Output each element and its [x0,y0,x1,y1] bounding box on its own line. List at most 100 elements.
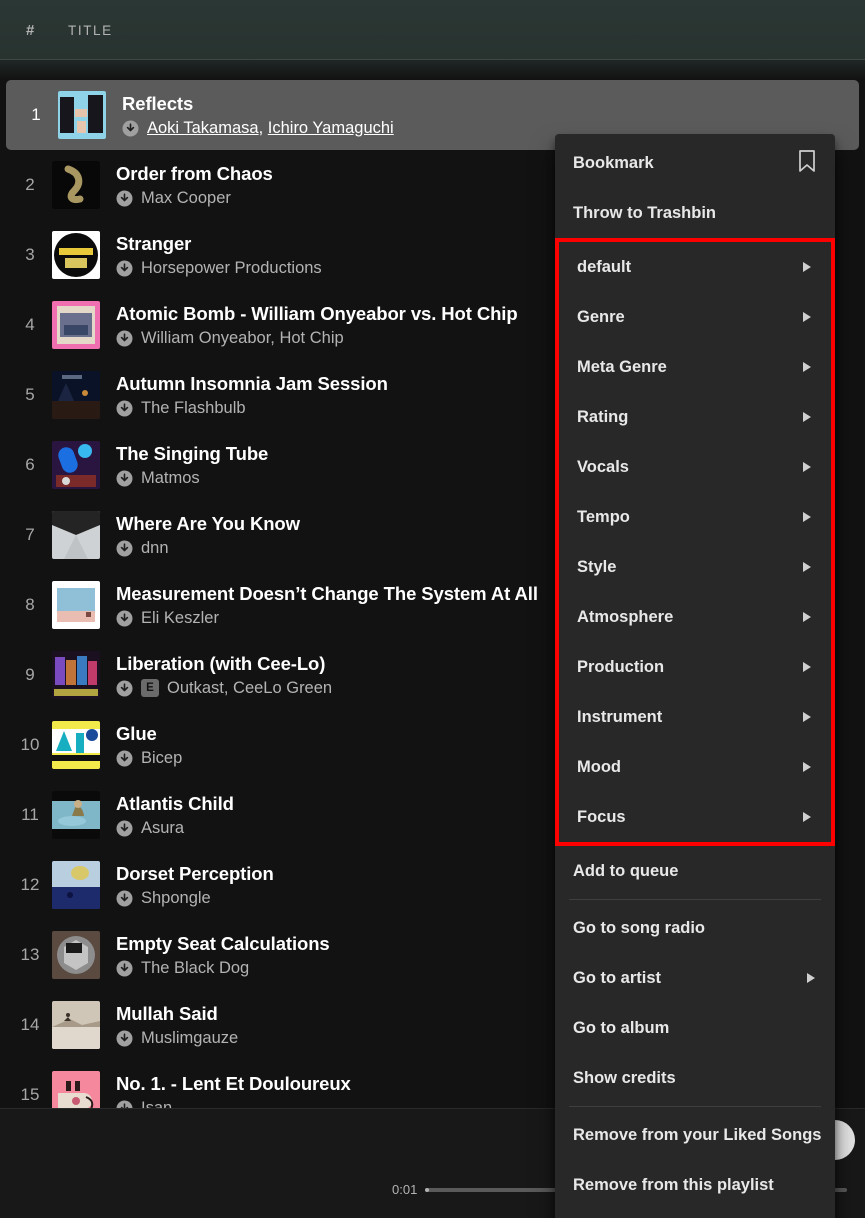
menu-item-atmosphere[interactable]: Atmosphere [559,592,831,642]
menu-item-label: Go to album [573,1018,670,1037]
menu-item-label: Go to artist [573,968,662,987]
download-icon [116,1030,133,1047]
submenu-arrow-icon [803,612,811,622]
track-artists[interactable]: The Flashbulb [141,399,246,418]
submenu-arrow-icon [803,312,811,322]
submenu-arrow-icon [803,762,811,772]
app-root: # TITLE 1 Reflects Aoki Takamasa, Ichiro Y… [0,0,865,1218]
download-icon [116,470,133,487]
track-title[interactable]: Reflects [122,92,843,115]
highlighted-tag-categories-group: default Genre Meta Genre Rating Vocals Tempo S… [555,238,835,846]
menu-item-label: Add to queue [573,861,679,880]
menu-item-label: Mood [577,757,621,776]
menu-item-tempo[interactable]: Tempo [559,492,831,542]
menu-item-throw-to-trashbin[interactable]: Throw to Trashbin [555,188,835,238]
album-art-thumbnail [52,861,100,909]
menu-item-rating[interactable]: Rating [559,392,831,442]
track-number: 12 [20,875,40,894]
track-artists[interactable]: The Black Dog [141,959,249,978]
artist-link[interactable]: Ichiro Yamaguchi [268,119,394,137]
download-icon [116,750,133,767]
track-number: 5 [25,385,35,404]
menu-item-add-to-playlist[interactable]: Add to playlist [555,1210,835,1218]
submenu-arrow-icon [803,812,811,822]
menu-item-go-to-album[interactable]: Go to album [555,1003,835,1053]
header-shadow [0,60,865,80]
download-icon [116,960,133,977]
track-artists[interactable]: Horsepower Productions [141,259,322,278]
menu-item-default[interactable]: default [559,242,831,292]
artist-link[interactable]: Aoki Takamasa [147,119,259,137]
download-icon [116,400,133,417]
submenu-arrow-icon [803,362,811,372]
track-artists[interactable]: Muslimgauze [141,1029,238,1048]
menu-item-label: Focus [577,807,626,826]
track-number: 10 [20,735,40,754]
menu-item-show-credits[interactable]: Show credits [555,1053,835,1103]
album-art-thumbnail [52,301,100,349]
menu-item-remove-from-your-liked-songs[interactable]: Remove from your Liked Songs [555,1110,835,1160]
menu-item-bookmark[interactable]: Bookmark [555,138,835,188]
menu-item-label: default [577,257,632,276]
track-number: 1 [31,105,41,124]
column-header-title[interactable]: TITLE [68,23,113,38]
download-icon [116,260,133,277]
bookmark-icon [797,149,817,178]
menu-item-vocals[interactable]: Vocals [559,442,831,492]
track-artists[interactable]: Eli Keszler [141,609,219,628]
submenu-arrow-icon [803,662,811,672]
track-artists[interactable]: William Onyeabor, Hot Chip [141,329,344,348]
album-art-thumbnail [52,511,100,559]
menu-item-mood[interactable]: Mood [559,742,831,792]
track-artists[interactable]: Asura [141,819,184,838]
track-artists[interactable]: Bicep [141,749,182,768]
submenu-arrow-icon [803,562,811,572]
menu-item-genre[interactable]: Genre [559,292,831,342]
download-icon [116,820,133,837]
track-number: 14 [20,1015,40,1034]
menu-item-label: Meta Genre [577,357,667,376]
album-art-thumbnail [52,161,100,209]
album-art-thumbnail [52,581,100,629]
album-art-thumbnail [52,441,100,489]
menu-item-label: Rating [577,407,629,426]
menu-item-label: Tempo [577,507,630,526]
menu-item-remove-from-this-playlist[interactable]: Remove from this playlist [555,1160,835,1210]
track-number: 7 [25,525,35,544]
menu-item-focus[interactable]: Focus [559,792,831,842]
track-number: 13 [20,945,40,964]
menu-item-label: Bookmark [573,153,654,172]
menu-item-production[interactable]: Production [559,642,831,692]
menu-item-label: Style [577,557,617,576]
track-number: 8 [25,595,35,614]
menu-item-label: Production [577,657,665,676]
column-header-number[interactable]: # [26,22,68,39]
album-art-thumbnail [52,721,100,769]
menu-item-style[interactable]: Style [559,542,831,592]
track-number: 4 [25,315,35,334]
menu-item-label: Atmosphere [577,607,674,626]
track-number: 6 [25,455,35,474]
menu-item-add-to-queue[interactable]: Add to queue [555,846,835,896]
submenu-arrow-icon [803,262,811,272]
menu-item-label: Show credits [573,1068,676,1087]
download-icon [116,890,133,907]
download-icon [116,190,133,207]
album-art-thumbnail [52,1001,100,1049]
track-number: 9 [25,665,35,684]
track-artists[interactable]: Matmos [141,469,200,488]
track-artists[interactable]: Aoki Takamasa, Ichiro Yamaguchi [147,119,394,138]
menu-item-go-to-artist[interactable]: Go to artist [555,953,835,1003]
track-number: 3 [25,245,35,264]
track-artists[interactable]: Max Cooper [141,189,231,208]
menu-separator [569,899,821,900]
track-artists[interactable]: Shpongle [141,889,211,908]
menu-item-instrument[interactable]: Instrument [559,692,831,742]
track-artists[interactable]: Outkast, CeeLo Green [167,679,332,698]
menu-item-go-to-song-radio[interactable]: Go to song radio [555,903,835,953]
menu-item-meta-genre[interactable]: Meta Genre [559,342,831,392]
track-artists[interactable]: dnn [141,539,169,558]
menu-item-label: Throw to Trashbin [573,203,716,222]
tracklist-header: # TITLE [0,0,865,60]
progress-handle[interactable] [425,1187,430,1192]
